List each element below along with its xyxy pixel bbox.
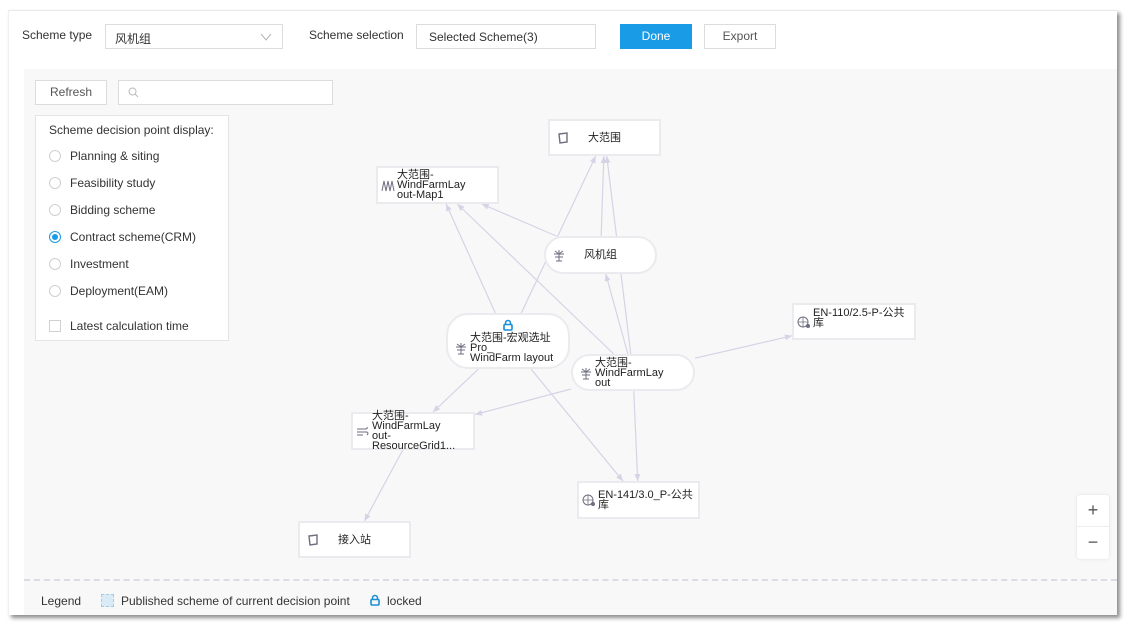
checkbox[interactable]	[49, 320, 61, 332]
graph-node[interactable]: 接入站	[298, 521, 411, 558]
radio-label: Investment	[70, 257, 129, 271]
graph-edge-wfl-to-grid	[474, 388, 572, 416]
graph-edge-fjz-to-dfw	[600, 155, 607, 237]
wind-turbine-icon	[554, 250, 564, 262]
published-scheme-swatch	[101, 594, 114, 607]
wind-turbine-icon	[581, 367, 591, 379]
node-label: 大范围-宏观选址Pro_ WindFarm layout	[470, 332, 554, 364]
radio-label: Bidding scheme	[70, 203, 156, 217]
radio-investment[interactable]: Investment	[49, 255, 129, 273]
graph-node[interactable]: 大范围-WindFarmLay out-ResourceGrid1...	[351, 410, 475, 452]
graph-edge-fjz-to-map1	[481, 203, 557, 237]
scheme-type-select[interactable]: 风机组	[105, 24, 283, 49]
node-label: EN-141/3.0_P-公共 库	[598, 489, 693, 511]
radio-button[interactable]	[49, 150, 61, 162]
search-icon	[128, 87, 139, 98]
graph-edge-grid-to-jrz	[363, 449, 404, 522]
node-label: 大范围	[588, 131, 621, 144]
export-button[interactable]: Export	[704, 24, 776, 49]
radio-deployment[interactable]: Deployment(EAM)	[49, 282, 168, 300]
radio-button[interactable]	[49, 177, 61, 189]
graph-edge-wfl-to-fjz	[604, 273, 629, 355]
node-label: 风机组	[584, 249, 617, 261]
radio-button[interactable]	[49, 204, 61, 216]
graph-node[interactable]: 大范围-宏观选址Pro_ WindFarm layout	[446, 313, 570, 369]
radio-bidding-scheme[interactable]: Bidding scheme	[49, 201, 155, 219]
panel-title: Scheme decision point display:	[49, 123, 214, 137]
node-label: EN-110/2.5-P-公共库	[813, 306, 905, 329]
graph-node[interactable]: 风机组	[544, 236, 657, 274]
decision-point-panel: Scheme decision point display: Planning …	[35, 115, 229, 341]
graph-node[interactable]: 大范围	[548, 119, 661, 156]
graph-edge-hgxz-to-grid	[432, 368, 479, 413]
zoom-out-button[interactable]: −	[1077, 527, 1109, 558]
lock-icon	[503, 319, 513, 331]
terrain-map-icon	[381, 180, 395, 192]
node-label: 大范围-WindFarmLay out	[595, 356, 664, 389]
refresh-button[interactable]: Refresh	[35, 80, 107, 105]
node-label: 大范围-WindFarmLay out-ResourceGrid1...	[372, 410, 456, 452]
scheme-type-label: Scheme type	[22, 28, 93, 42]
radio-button-selected[interactable]	[49, 231, 61, 243]
turbine-model-icon	[797, 316, 810, 328]
radio-planning-siting[interactable]: Planning & siting	[49, 147, 159, 165]
scheme-type-value: 风机组	[115, 32, 152, 46]
wind-turbine-icon	[456, 343, 466, 355]
polygon-icon	[558, 131, 568, 144]
graph-edge-hgxz-to-map1	[445, 203, 496, 314]
top-toolbar: Scheme type 风机组 Scheme selection Selecte…	[9, 11, 1117, 67]
graph-node[interactable]: EN-141/3.0_P-公共 库	[577, 481, 700, 519]
zoom-controls: + −	[1077, 495, 1109, 559]
radio-label: Feasibility study	[70, 176, 156, 190]
scheme-selection-label: Scheme selection	[309, 28, 404, 42]
latest-calculation-time-checkbox[interactable]: Latest calculation time	[49, 317, 189, 335]
lock-icon	[370, 594, 380, 606]
radio-label: Deployment(EAM)	[70, 284, 169, 298]
graph-node[interactable]: EN-110/2.5-P-公共库	[792, 303, 916, 340]
search-input[interactable]	[118, 80, 333, 105]
radio-feasibility-study[interactable]: Feasibility study	[49, 174, 155, 192]
scheme-selection-value: Selected Scheme(3)	[429, 30, 538, 44]
graph-edge-hgxz-to-dfw	[520, 155, 597, 314]
graph-node[interactable]: 大范围-WindFarmLay out	[571, 354, 695, 391]
legend-published-label: Published scheme of current decision poi…	[121, 594, 350, 608]
node-label: 大范围-WindFarmLay out-Map1	[397, 169, 466, 201]
legend-locked-label: locked	[387, 594, 422, 608]
node-label: 接入站	[338, 533, 371, 546]
polygon-icon	[308, 533, 318, 546]
zoom-in-button[interactable]: +	[1077, 495, 1109, 526]
turbine-model-icon	[582, 494, 595, 506]
graph-edge-wfl-to-en110	[694, 334, 793, 359]
graph-edge-wfl-to-en141	[633, 390, 641, 482]
app-window: Scheme type 风机组 Scheme selection Selecte…	[8, 10, 1117, 615]
done-button[interactable]: Done	[620, 24, 692, 49]
radio-label: Contract scheme(CRM)	[70, 230, 197, 244]
checkbox-label: Latest calculation time	[70, 319, 189, 333]
radio-label: Planning & siting	[70, 149, 160, 163]
radio-contract-scheme[interactable]: Contract scheme(CRM)	[49, 228, 196, 246]
wind-resource-icon	[357, 426, 369, 436]
radio-button[interactable]	[49, 285, 61, 297]
legend-bar: Legend Published scheme of current decis…	[24, 579, 1117, 617]
graph-canvas[interactable]: Refresh Scheme decision point display: P…	[24, 69, 1117, 615]
radio-button[interactable]	[49, 258, 61, 270]
scheme-selection-field[interactable]: Selected Scheme(3)	[416, 24, 596, 49]
chevron-down-icon	[260, 33, 272, 41]
graph-node[interactable]: 大范围-WindFarmLay out-Map1	[376, 166, 499, 204]
legend-title: Legend	[41, 594, 82, 608]
